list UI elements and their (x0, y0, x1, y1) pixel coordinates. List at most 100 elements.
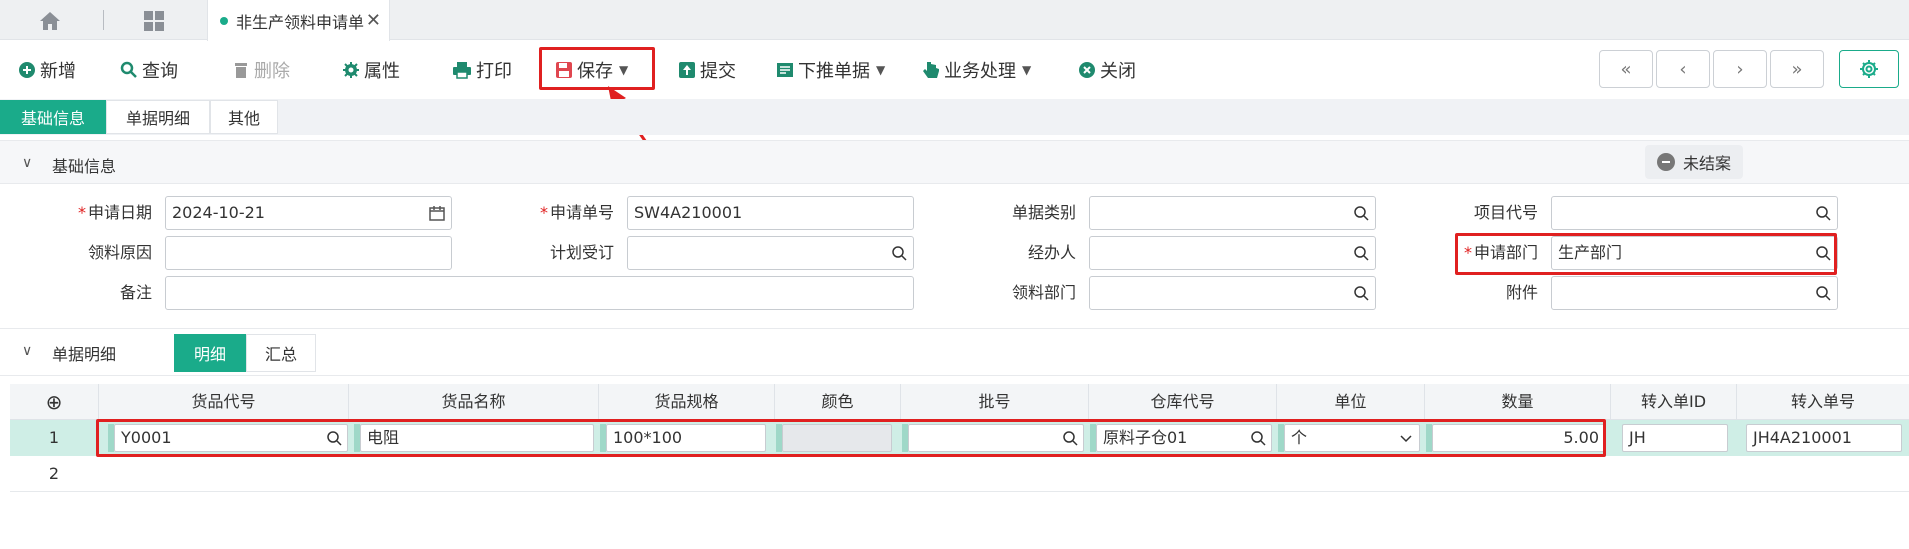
close-tab-icon[interactable]: ✕ (366, 10, 381, 31)
business-label: 业务处理 (944, 61, 1016, 82)
business-button[interactable]: 业务处理 ▼ (922, 57, 1031, 83)
divider (103, 10, 104, 30)
minus-circle-icon (1656, 153, 1675, 171)
section-basic-header[interactable]: ∨ 基础信息 (0, 140, 1909, 184)
next-record-button[interactable]: › (1713, 50, 1767, 88)
attach-label: 附件 (1505, 283, 1538, 302)
cell-src-no[interactable]: JH4A210001 (1746, 424, 1902, 452)
search-icon[interactable] (891, 245, 907, 261)
print-button[interactable]: 打印 (452, 57, 512, 83)
handler-input[interactable] (1089, 236, 1376, 270)
search-icon[interactable] (1815, 205, 1831, 221)
new-button[interactable]: 新增 (18, 57, 76, 83)
search-icon[interactable] (1353, 285, 1369, 301)
project-input[interactable] (1551, 196, 1838, 230)
reason-input[interactable] (165, 236, 452, 270)
query-button[interactable]: 查询 (120, 57, 178, 83)
subtab-basic[interactable]: 基础信息 (0, 100, 106, 134)
grid-header: ⊕ 货品代号 货品名称 货品规格 颜色 批号 仓库代号 单位 数量 转入单ID … (10, 384, 1909, 420)
plan-label: 计划受订 (549, 243, 614, 262)
col-header[interactable]: 批号 (900, 384, 1088, 420)
section-detail-header[interactable]: ∨ 单据明细 明细 汇总 (0, 328, 1909, 376)
apps-grid-icon[interactable] (143, 10, 165, 32)
printer-icon (453, 62, 471, 79)
row-number: 2 (48, 464, 60, 483)
plan-input[interactable] (627, 236, 914, 270)
properties-label: 属性 (364, 61, 400, 82)
subtab-other[interactable]: 其他 (210, 100, 278, 134)
pick-dept-label: 领料部门 (1011, 283, 1076, 302)
col-header[interactable]: 货品名称 (348, 384, 598, 420)
calendar-icon[interactable] (429, 205, 445, 221)
home-icon[interactable] (38, 10, 62, 32)
project-label: 项目代号 (1473, 203, 1538, 222)
new-label: 新增 (40, 61, 76, 82)
handler-label: 经办人 (1027, 243, 1076, 262)
col-header[interactable]: 转入单号 (1736, 384, 1909, 420)
push-down-button[interactable]: 下推单据 ▼ (776, 57, 885, 83)
doc-type-input[interactable] (1089, 196, 1376, 230)
detail-tab-detail[interactable]: 明细 (174, 334, 246, 372)
trash-icon (235, 63, 247, 78)
col-header[interactable]: 货品规格 (598, 384, 774, 420)
form-subtabs: 基础信息 单据明细 其他 (0, 99, 1909, 135)
row-highlight-box (96, 419, 1606, 457)
attach-input[interactable] (1551, 276, 1838, 310)
close-circle-icon (1079, 62, 1095, 78)
col-header[interactable]: 颜色 (774, 384, 900, 420)
search-icon[interactable] (1353, 205, 1369, 221)
chevron-down-icon: ∨ (22, 155, 33, 171)
submit-label: 提交 (700, 61, 736, 82)
table-row[interactable]: 2 (10, 456, 1909, 492)
apply-no-label: * 申请单号 (539, 203, 614, 222)
pick-dept-input[interactable] (1089, 276, 1376, 310)
detail-tab-summary[interactable]: 汇总 (246, 334, 316, 372)
reason-label: 领料原因 (87, 243, 152, 262)
tab-title: 非生产领料申请单 (236, 12, 365, 32)
chevron-down-icon: ▼ (876, 63, 886, 77)
active-dot-icon (220, 16, 228, 25)
col-header[interactable]: 货品代号 (98, 384, 348, 420)
delete-label: 删除 (254, 61, 290, 82)
doc-type-label: 单据类别 (1011, 203, 1076, 222)
status-badge-label: 未结案 (1682, 154, 1731, 173)
top-tab-bar: 非生产领料申请单 ✕ (0, 0, 1909, 41)
dept-highlight-box (1455, 233, 1837, 275)
close-label: 关闭 (1100, 61, 1136, 82)
remark-input[interactable] (165, 276, 914, 310)
search-icon[interactable] (1353, 245, 1369, 261)
section-detail-title: 单据明细 (52, 345, 117, 364)
settings-button[interactable] (1839, 50, 1899, 88)
first-record-button[interactable]: « (1599, 50, 1653, 88)
col-header[interactable]: 仓库代号 (1088, 384, 1276, 420)
chevron-down-icon: ▼ (1022, 63, 1032, 77)
prev-record-button[interactable]: ‹ (1656, 50, 1710, 88)
cell-src-id[interactable]: JH (1622, 424, 1728, 452)
document-list-icon (777, 63, 793, 77)
properties-button[interactable]: 属性 (342, 57, 400, 83)
apply-no-input[interactable]: SW4A210001 (627, 196, 914, 230)
submit-button[interactable]: 提交 (678, 57, 736, 83)
status-badge: 未结案 (1645, 145, 1743, 179)
delete-button[interactable]: 删除 (232, 57, 290, 83)
search-icon (120, 61, 137, 78)
close-button[interactable]: 关闭 (1078, 57, 1136, 83)
subtab-detail[interactable]: 单据明细 (106, 100, 210, 134)
plus-circle-icon (19, 62, 35, 78)
last-record-button[interactable]: » (1770, 50, 1824, 88)
apply-date-label: * 申请日期 (77, 203, 152, 222)
upload-arrow-icon (679, 62, 695, 78)
push-down-label: 下推单据 (798, 61, 870, 82)
col-header[interactable]: 数量 (1424, 384, 1610, 420)
add-row-icon[interactable]: ⊕ (10, 384, 98, 420)
tab-request-form[interactable]: 非生产领料申请单 ✕ (207, 0, 390, 41)
remark-label: 备注 (119, 283, 152, 302)
col-header[interactable]: 单位 (1276, 384, 1424, 420)
apply-date-input[interactable]: 2024-10-21 (165, 196, 452, 230)
search-icon[interactable] (1815, 285, 1831, 301)
chevron-down-icon: ∨ (22, 343, 33, 359)
section-basic-title: 基础信息 (52, 157, 117, 176)
gear-icon (343, 62, 359, 78)
col-header[interactable]: 转入单ID (1610, 384, 1736, 420)
query-label: 查询 (142, 61, 178, 82)
